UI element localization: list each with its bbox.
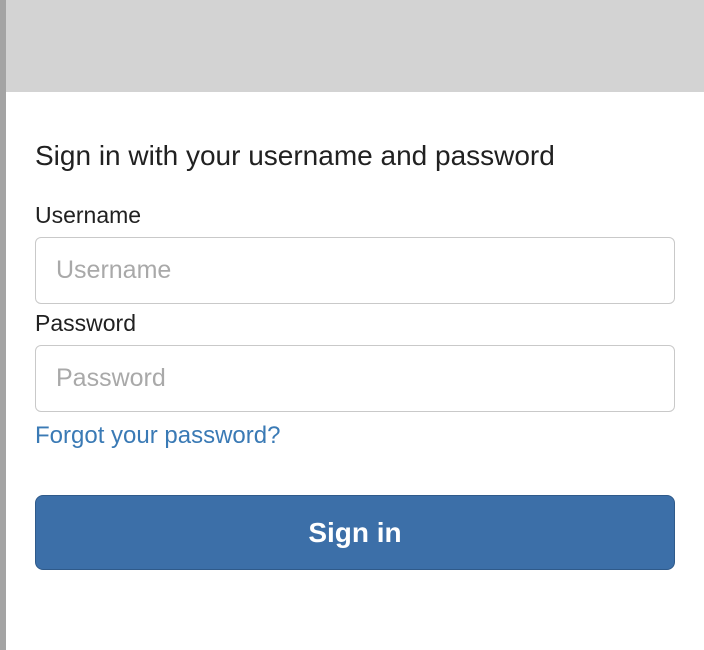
forgot-password-link[interactable]: Forgot your password? <box>35 422 280 450</box>
signin-button[interactable]: Sign in <box>35 495 675 570</box>
username-input[interactable] <box>35 237 675 304</box>
left-border <box>0 0 6 650</box>
signin-form: Sign in with your username and password … <box>35 140 675 570</box>
password-label: Password <box>35 310 675 337</box>
form-title: Sign in with your username and password <box>35 140 675 172</box>
top-banner <box>6 0 704 92</box>
password-input[interactable] <box>35 345 675 412</box>
username-label: Username <box>35 202 675 229</box>
